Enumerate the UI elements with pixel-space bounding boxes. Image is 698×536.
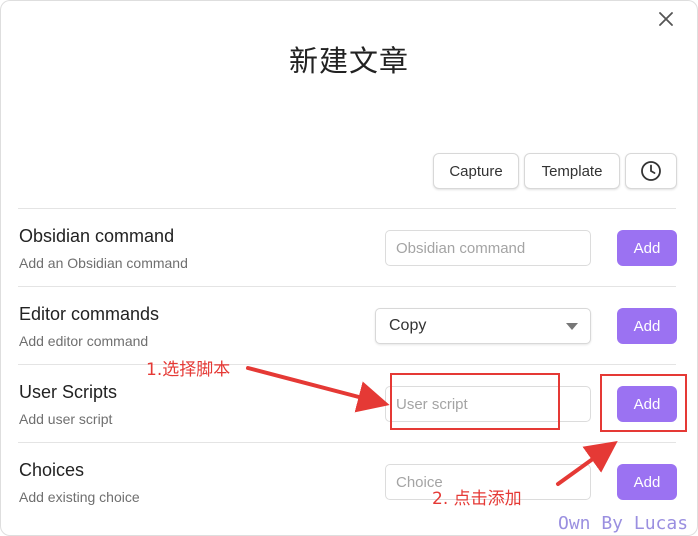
template-button[interactable]: Template (524, 153, 620, 189)
choices-description: Add existing choice (19, 489, 140, 505)
watermark: Own By Lucas (558, 513, 689, 534)
annotation-step2-label: 2. 点击添加 (432, 489, 522, 509)
obsidian-command-title: Obsidian command (19, 226, 175, 246)
capture-button[interactable]: Capture (433, 153, 519, 189)
new-article-modal: 新建文章 Capture Template Obsidian command A… (0, 0, 698, 536)
divider (18, 208, 676, 209)
user-scripts-title: User Scripts (19, 382, 118, 402)
user-scripts-description: Add user script (19, 411, 113, 427)
clock-icon (641, 161, 661, 181)
close-button[interactable] (655, 8, 677, 30)
editor-commands-title: Editor commands (19, 304, 160, 324)
add-choice-button[interactable]: Add (617, 464, 677, 500)
annotation-step1-label: 1.选择脚本 (146, 360, 231, 380)
modal-title: 新建文章 (288, 44, 409, 78)
divider (18, 286, 676, 287)
obsidian-command-input[interactable] (385, 230, 591, 266)
annotation-highlight-add-button (600, 374, 687, 432)
chevron-down-icon (566, 323, 578, 330)
editor-commands-description: Add editor command (19, 333, 149, 349)
divider (18, 442, 676, 443)
obsidian-command-description: Add an Obsidian command (19, 255, 188, 271)
close-icon (659, 12, 673, 26)
editor-command-select[interactable]: Copy (375, 308, 591, 344)
divider (18, 364, 676, 365)
history-button[interactable] (625, 153, 677, 189)
annotation-arrow-step1 (246, 366, 390, 413)
annotation-highlight-user-script (390, 373, 560, 430)
choices-title: Choices (19, 460, 85, 480)
editor-command-selected-value: Copy (389, 317, 427, 334)
add-obsidian-command-button[interactable]: Add (617, 230, 677, 266)
add-editor-command-button[interactable]: Add (617, 308, 677, 344)
